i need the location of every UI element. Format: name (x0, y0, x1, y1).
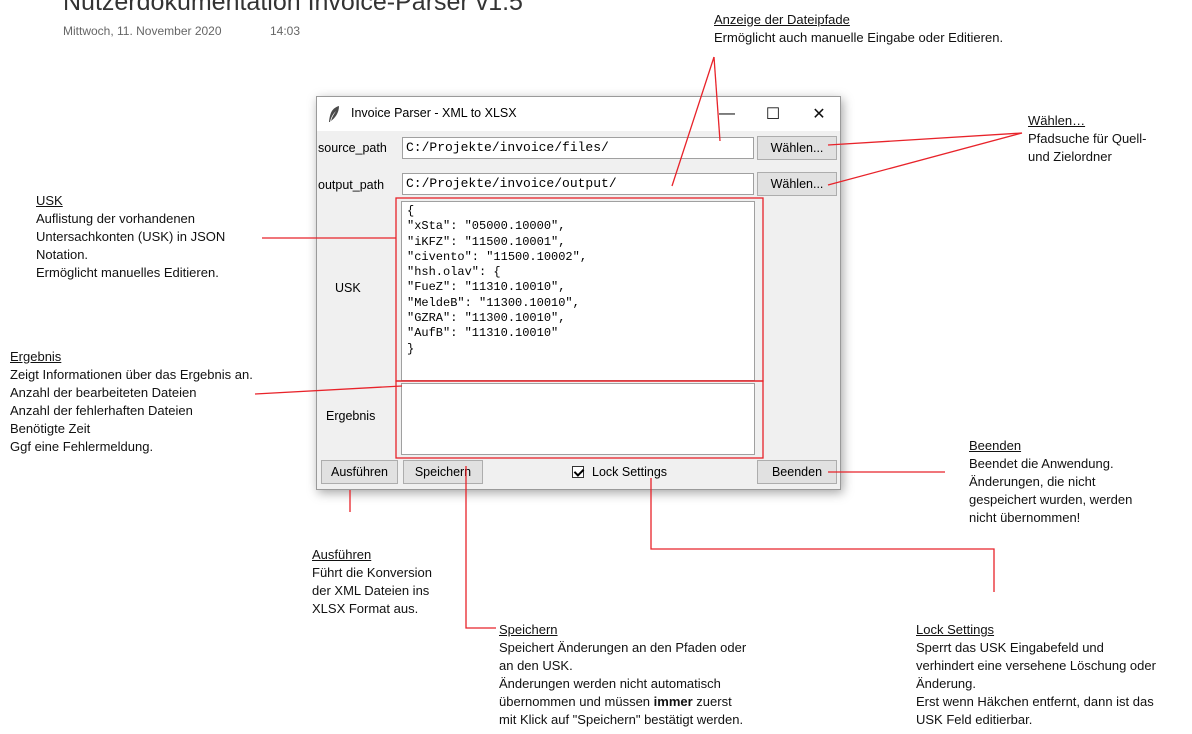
page-title: Nutzerdokumentation Invoice-Parser v1.5 (63, 0, 523, 16)
choose-output-button[interactable]: Wählen... (757, 172, 837, 196)
annotation-text: Notation. (36, 247, 89, 262)
annotation-text: Zeigt Informationen über das Ergebnis an… (10, 367, 253, 382)
annotation-text: und Zielordner (1028, 149, 1112, 164)
annotation-text: verhindert eine versehene Löschung oder (916, 658, 1156, 673)
annotation-text: Anzahl der fehlerhaften Dateien (10, 403, 193, 418)
usk-line: "civento": "11500.10002", (407, 249, 588, 264)
doc-date: Mittwoch, 11. November 2020 (63, 24, 222, 38)
checkbox-check-icon (572, 466, 584, 478)
annotation-text: an den USK. (499, 658, 573, 673)
annotation-text: Auflistung der vorhandenen (36, 211, 196, 226)
run-button[interactable]: Ausführen (321, 460, 398, 484)
result-label: Ergebnis (326, 409, 376, 423)
annotation-text: Speichert Änderungen an den Pfaden oder (499, 640, 747, 655)
choose-callout-line (827, 132, 1023, 186)
annotation-quit: Beenden Beendet die Anwendung. Änderunge… (969, 437, 1132, 527)
usk-line: "xSta": "05000.10000", (407, 219, 566, 234)
output-path-label: output_path (318, 178, 385, 192)
annotation-text: Anzahl der bearbeiteten Dateien (10, 385, 197, 400)
source-path-label: source_path (318, 141, 387, 155)
choose-source-button[interactable]: Wählen... (757, 136, 837, 160)
annotation-text: Ermöglicht auch manuelle Eingabe oder Ed… (714, 30, 1004, 45)
annotation-text: übernommen und müssen immer zuerst (499, 693, 746, 711)
choose-callout-line (827, 132, 1023, 146)
annotation-paths: Anzeige der Dateipfade Ermöglicht auch m… (714, 11, 1003, 47)
annotation-heading: Wählen… (1028, 113, 1086, 128)
annotation-text: Untersachkonten (USK) in JSON (36, 229, 226, 244)
quit-button[interactable]: Beenden (757, 460, 837, 484)
usk-line: "AufB": "11310.10010" (407, 326, 559, 341)
annotation-text: Ermöglicht manuelles Editieren. (36, 265, 219, 280)
annotation-text: Benötigte Zeit (10, 421, 91, 436)
output-path-input[interactable]: C:/Projekte/invoice/output/ (402, 173, 754, 195)
annotation-text-part: zuerst (692, 694, 732, 709)
annotation-text: XLSX Format aus. (312, 601, 419, 616)
usk-line: } (407, 341, 415, 356)
annotation-heading: Speichern (499, 622, 558, 637)
annotation-usk: USK Auflistung der vorhandenen Untersach… (36, 192, 225, 282)
usk-line: { (407, 204, 415, 218)
maximize-icon: ☐ (765, 106, 781, 123)
result-textarea[interactable] (401, 383, 755, 455)
usk-line: "FueZ": "11310.10010", (407, 280, 566, 295)
annotation-heading: Ergebnis (10, 349, 62, 364)
annotation-text: Änderung. (916, 676, 976, 691)
annotation-text: Beendet die Anwendung. (969, 456, 1114, 471)
annotation-emphasis: immer (653, 694, 693, 709)
save-callout-line (465, 466, 496, 629)
save-button[interactable]: Speichern (403, 460, 483, 484)
usk-label: USK (335, 281, 361, 295)
annotation-lock: Lock Settings Sperrt das USK Eingabefeld… (916, 621, 1156, 729)
annotation-save: Speichern Speichert Änderungen an den Pf… (499, 621, 746, 729)
lock-settings-label: Lock Settings (592, 465, 668, 479)
annotation-text: Änderungen, die nicht (969, 474, 1096, 489)
annotation-heading: Anzeige der Dateipfade (714, 12, 850, 27)
lock-settings-checkbox[interactable]: Lock Settings (572, 465, 667, 479)
annotation-text: der XML Dateien ins (312, 583, 430, 598)
annotation-text: Sperrt das USK Eingabefeld und (916, 640, 1104, 655)
close-icon: ✕ (812, 106, 826, 123)
usk-line: "iKFZ": "11500.10001", (407, 234, 566, 249)
doc-time: 14:03 (270, 24, 301, 38)
annotation-heading: Ausführen (312, 547, 372, 562)
annotation-text-part: übernommen und müssen (499, 694, 654, 709)
feather-icon (329, 106, 339, 122)
annotation-text: Erst wenn Häkchen entfernt, dann ist das (916, 694, 1154, 709)
minimize-button[interactable]: — (704, 97, 750, 131)
usk-line: "GZRA": "11300.10010", (407, 311, 566, 326)
usk-textarea[interactable]: { "xSta": "05000.10000", "iKFZ": "11500.… (401, 201, 755, 381)
annotation-heading: USK (36, 193, 63, 208)
annotation-text: Führt die Konversion (312, 565, 432, 580)
annotation-heading: Lock Settings (916, 622, 995, 637)
annotation-result: Ergebnis Zeigt Informationen über das Er… (10, 348, 253, 456)
annotation-text: mit Klick auf "Speichern" bestätigt werd… (499, 712, 744, 727)
annotation-heading: Beenden (969, 438, 1022, 453)
annotation-text: Änderungen werden nicht automatisch (499, 676, 721, 691)
window-title: Invoice Parser - XML to XLSX (351, 106, 517, 120)
close-button[interactable]: ✕ (796, 97, 842, 131)
annotation-text: Ggf eine Fehlermeldung. (10, 439, 154, 454)
annotation-choose: Wählen… Pfadsuche für Quell- und Zielord… (1028, 112, 1147, 166)
annotation-text: nicht übernommen! (969, 510, 1081, 525)
app-window: Invoice Parser - XML to XLSX — ☐ ✕ sourc… (316, 96, 841, 490)
annotation-text: gespeichert wurden, werden (969, 492, 1133, 507)
annotation-run: Ausführen Führt die Konversion der XML D… (312, 546, 432, 618)
usk-line: "hsh.olav": { (407, 265, 501, 280)
maximize-button[interactable]: ☐ (750, 97, 796, 131)
window-titlebar: Invoice Parser - XML to XLSX — ☐ ✕ (317, 97, 840, 131)
lock-callout-line (650, 478, 995, 592)
minimize-icon: — (719, 105, 735, 122)
annotation-text: Pfadsuche für Quell- (1028, 131, 1147, 146)
source-path-input[interactable]: C:/Projekte/invoice/files/ (402, 137, 754, 159)
usk-line: "MeldeB": "11300.10010", (407, 295, 580, 310)
annotation-text: USK Feld editierbar. (916, 712, 1033, 727)
